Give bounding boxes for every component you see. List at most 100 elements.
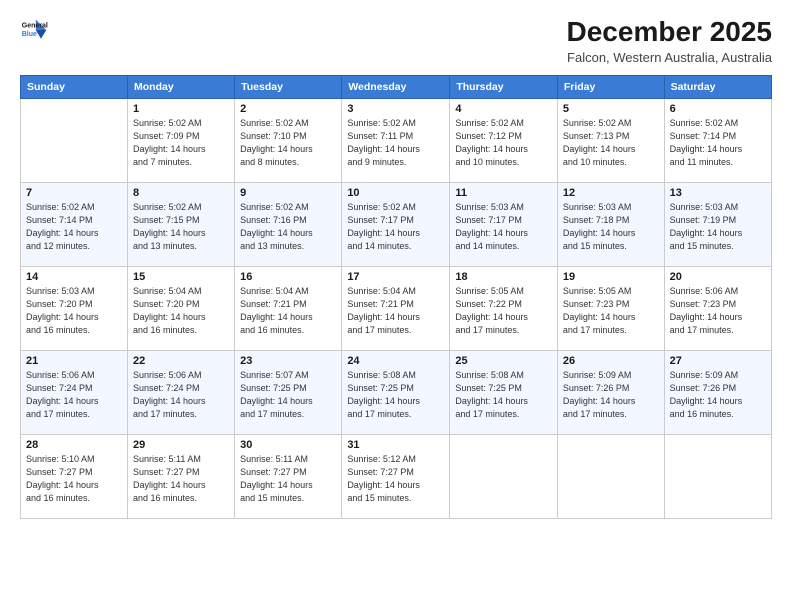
calendar-cell: 29Sunrise: 5:11 AMSunset: 7:27 PMDayligh… (128, 435, 235, 519)
cell-day-number: 28 (26, 439, 122, 451)
cell-day-number: 15 (133, 271, 229, 283)
header: General Blue December 2025 Falcon, Weste… (20, 16, 772, 65)
cell-day-number: 27 (670, 355, 766, 367)
cell-day-info: Sunrise: 5:10 AMSunset: 7:27 PMDaylight:… (26, 453, 122, 505)
cell-day-number: 30 (240, 439, 336, 451)
cell-day-info: Sunrise: 5:02 AMSunset: 7:17 PMDaylight:… (347, 201, 444, 253)
cell-day-info: Sunrise: 5:06 AMSunset: 7:23 PMDaylight:… (670, 285, 766, 337)
calendar-cell: 2Sunrise: 5:02 AMSunset: 7:10 PMDaylight… (235, 99, 342, 183)
logo-icon: General Blue (20, 16, 48, 44)
calendar-cell: 8Sunrise: 5:02 AMSunset: 7:15 PMDaylight… (128, 183, 235, 267)
calendar-cell: 7 Sunrise: 5:02 AMSunset: 7:14 PMDaylight… (21, 183, 128, 267)
cell-day-info: Sunrise: 5:05 AMSunset: 7:22 PMDaylight:… (455, 285, 551, 337)
calendar-cell: 19 Sunrise: 5:05 AMSunset: 7:23 PMDayligh… (557, 267, 664, 351)
page: General Blue December 2025 Falcon, Weste… (0, 0, 792, 612)
calendar-cell (450, 435, 557, 519)
cell-day-info: Sunrise: 5:02 AMSunset: 7:13 PMDaylight:… (563, 117, 659, 169)
cell-day-info: Sunrise: 5:05 AMSunset: 7:23 PMDaylight:… (563, 285, 659, 337)
calendar-cell: 10 Sunrise: 5:02 AMSunset: 7:17 PMDayligh… (342, 183, 450, 267)
cell-day-info: Sunrise: 5:03 AMSunset: 7:18 PMDaylight:… (563, 201, 659, 253)
cell-day-number: 1 (133, 103, 229, 115)
cell-day-info: Sunrise: 5:02 AMSunset: 7:14 PMDaylight:… (26, 201, 122, 253)
cell-day-number: 29 (133, 439, 229, 451)
cell-day-number: 10 (347, 187, 444, 199)
calendar-cell: 31 Sunrise: 5:12 AMSunset: 7:27 PMDayligh… (342, 435, 450, 519)
cell-day-info: Sunrise: 5:02 AMSunset: 7:11 PMDaylight:… (347, 117, 444, 169)
cell-day-info: Sunrise: 5:09 AMSunset: 7:26 PMDaylight:… (563, 369, 659, 421)
cell-day-info: Sunrise: 5:11 AMSunset: 7:27 PMDaylight:… (240, 453, 336, 505)
subtitle: Falcon, Western Australia, Australia (567, 50, 772, 65)
cell-day-number: 3 (347, 103, 444, 115)
cell-day-info: Sunrise: 5:06 AMSunset: 7:24 PMDaylight:… (133, 369, 229, 421)
cell-day-number: 5 (563, 103, 659, 115)
calendar-header-row: Sunday Monday Tuesday Wednesday Thursday… (21, 76, 772, 99)
calendar-cell: 15Sunrise: 5:04 AMSunset: 7:20 PMDayligh… (128, 267, 235, 351)
cell-day-number: 11 (455, 187, 551, 199)
calendar-cell: 21 Sunrise: 5:06 AMSunset: 7:24 PMDayligh… (21, 351, 128, 435)
calendar-cell: 20Sunrise: 5:06 AMSunset: 7:23 PMDayligh… (664, 267, 771, 351)
cell-day-number: 24 (347, 355, 444, 367)
cell-day-info: Sunrise: 5:02 AMSunset: 7:15 PMDaylight:… (133, 201, 229, 253)
calendar-cell: 1 Sunrise: 5:02 AMSunset: 7:09 PMDaylight… (128, 99, 235, 183)
cell-day-info: Sunrise: 5:02 AMSunset: 7:16 PMDaylight:… (240, 201, 336, 253)
calendar-cell (557, 435, 664, 519)
cell-day-info: Sunrise: 5:02 AMSunset: 7:14 PMDaylight:… (670, 117, 766, 169)
cell-day-info: Sunrise: 5:04 AMSunset: 7:21 PMDaylight:… (347, 285, 444, 337)
main-title: December 2025 (567, 16, 772, 48)
calendar-cell: 6 Sunrise: 5:02 AMSunset: 7:14 PMDaylight… (664, 99, 771, 183)
calendar-week-row: 7 Sunrise: 5:02 AMSunset: 7:14 PMDaylight… (21, 183, 772, 267)
cell-day-info: Sunrise: 5:08 AMSunset: 7:25 PMDaylight:… (347, 369, 444, 421)
svg-text:General: General (22, 22, 48, 29)
calendar-cell: 11 Sunrise: 5:03 AMSunset: 7:17 PMDayligh… (450, 183, 557, 267)
cell-day-number: 12 (563, 187, 659, 199)
calendar-cell: 12 Sunrise: 5:03 AMSunset: 7:18 PMDayligh… (557, 183, 664, 267)
calendar-cell: 13Sunrise: 5:03 AMSunset: 7:19 PMDayligh… (664, 183, 771, 267)
col-wednesday: Wednesday (342, 76, 450, 99)
cell-day-number: 22 (133, 355, 229, 367)
cell-day-number: 19 (563, 271, 659, 283)
cell-day-number: 21 (26, 355, 122, 367)
cell-day-number: 18 (455, 271, 551, 283)
calendar-cell: 9 Sunrise: 5:02 AMSunset: 7:16 PMDaylight… (235, 183, 342, 267)
cell-day-number: 9 (240, 187, 336, 199)
col-sunday: Sunday (21, 76, 128, 99)
cell-day-number: 31 (347, 439, 444, 451)
calendar-week-row: 21 Sunrise: 5:06 AMSunset: 7:24 PMDayligh… (21, 351, 772, 435)
calendar-cell: 3 Sunrise: 5:02 AMSunset: 7:11 PMDaylight… (342, 99, 450, 183)
cell-day-number: 25 (455, 355, 551, 367)
calendar-cell: 18 Sunrise: 5:05 AMSunset: 7:22 PMDayligh… (450, 267, 557, 351)
cell-day-info: Sunrise: 5:02 AMSunset: 7:10 PMDaylight:… (240, 117, 336, 169)
cell-day-info: Sunrise: 5:02 AMSunset: 7:12 PMDaylight:… (455, 117, 551, 169)
calendar-cell: 14 Sunrise: 5:03 AMSunset: 7:20 PMDayligh… (21, 267, 128, 351)
cell-day-number: 7 (26, 187, 122, 199)
col-saturday: Saturday (664, 76, 771, 99)
calendar-cell: 17 Sunrise: 5:04 AMSunset: 7:21 PMDayligh… (342, 267, 450, 351)
calendar-table: Sunday Monday Tuesday Wednesday Thursday… (20, 75, 772, 519)
cell-day-number: 17 (347, 271, 444, 283)
cell-day-info: Sunrise: 5:03 AMSunset: 7:20 PMDaylight:… (26, 285, 122, 337)
calendar-cell: 26 Sunrise: 5:09 AMSunset: 7:26 PMDayligh… (557, 351, 664, 435)
cell-day-info: Sunrise: 5:02 AMSunset: 7:09 PMDaylight:… (133, 117, 229, 169)
calendar-week-row: 14 Sunrise: 5:03 AMSunset: 7:20 PMDayligh… (21, 267, 772, 351)
cell-day-info: Sunrise: 5:03 AMSunset: 7:17 PMDaylight:… (455, 201, 551, 253)
col-friday: Friday (557, 76, 664, 99)
calendar-cell: 28 Sunrise: 5:10 AMSunset: 7:27 PMDayligh… (21, 435, 128, 519)
calendar-cell: 5 Sunrise: 5:02 AMSunset: 7:13 PMDaylight… (557, 99, 664, 183)
cell-day-info: Sunrise: 5:08 AMSunset: 7:25 PMDaylight:… (455, 369, 551, 421)
cell-day-info: Sunrise: 5:06 AMSunset: 7:24 PMDaylight:… (26, 369, 122, 421)
cell-day-number: 23 (240, 355, 336, 367)
cell-day-number: 26 (563, 355, 659, 367)
cell-day-info: Sunrise: 5:12 AMSunset: 7:27 PMDaylight:… (347, 453, 444, 505)
calendar-cell: 4Sunrise: 5:02 AMSunset: 7:12 PMDaylight… (450, 99, 557, 183)
cell-day-info: Sunrise: 5:07 AMSunset: 7:25 PMDaylight:… (240, 369, 336, 421)
cell-day-info: Sunrise: 5:04 AMSunset: 7:21 PMDaylight:… (240, 285, 336, 337)
calendar-cell (664, 435, 771, 519)
calendar-cell: 30 Sunrise: 5:11 AMSunset: 7:27 PMDayligh… (235, 435, 342, 519)
cell-day-number: 14 (26, 271, 122, 283)
logo: General Blue (20, 16, 48, 44)
calendar-week-row: 1 Sunrise: 5:02 AMSunset: 7:09 PMDaylight… (21, 99, 772, 183)
cell-day-number: 6 (670, 103, 766, 115)
calendar-week-row: 28 Sunrise: 5:10 AMSunset: 7:27 PMDayligh… (21, 435, 772, 519)
calendar-cell: 16Sunrise: 5:04 AMSunset: 7:21 PMDayligh… (235, 267, 342, 351)
calendar-cell: 23 Sunrise: 5:07 AMSunset: 7:25 PMDayligh… (235, 351, 342, 435)
